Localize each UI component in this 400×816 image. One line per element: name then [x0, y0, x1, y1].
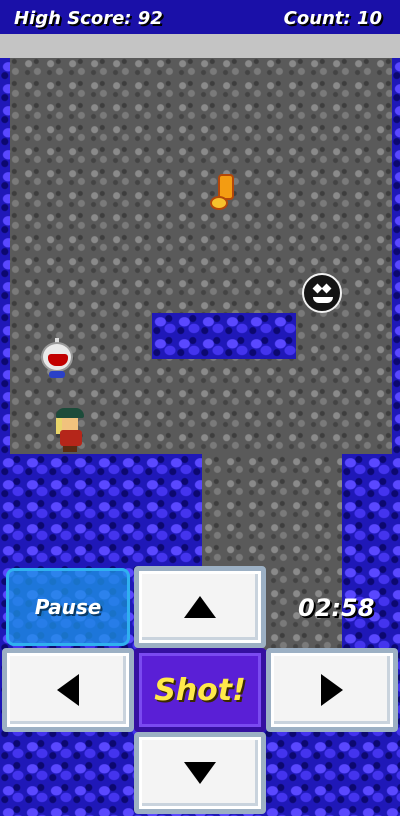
robot-enemy — [40, 338, 76, 380]
bomb-enemy — [302, 273, 342, 313]
fire-item — [208, 174, 238, 214]
high-score-label: High Score: 92 — [14, 8, 163, 29]
left-button[interactable] — [2, 648, 134, 732]
right-wall — [392, 58, 400, 458]
arrow-left-icon — [57, 674, 79, 706]
pause-label: Pause — [34, 595, 102, 619]
arrow-up-icon — [184, 596, 216, 618]
pause-button[interactable]: Pause — [6, 568, 130, 646]
arrow-down-icon — [184, 762, 216, 784]
left-wall — [0, 58, 10, 458]
up-button[interactable] — [134, 566, 266, 648]
down-button[interactable] — [134, 732, 266, 814]
floor-area — [0, 34, 400, 454]
shot-label: Shot! — [154, 672, 246, 708]
hud-bar — [0, 34, 400, 58]
right-button[interactable] — [266, 648, 398, 732]
player-character — [54, 408, 86, 452]
shot-button[interactable]: Shot! — [134, 648, 266, 732]
wall-block-center — [152, 313, 296, 359]
arrow-right-icon — [321, 674, 343, 706]
count-label: Count: 10 — [283, 8, 382, 29]
timer: 02:58 — [298, 594, 375, 622]
